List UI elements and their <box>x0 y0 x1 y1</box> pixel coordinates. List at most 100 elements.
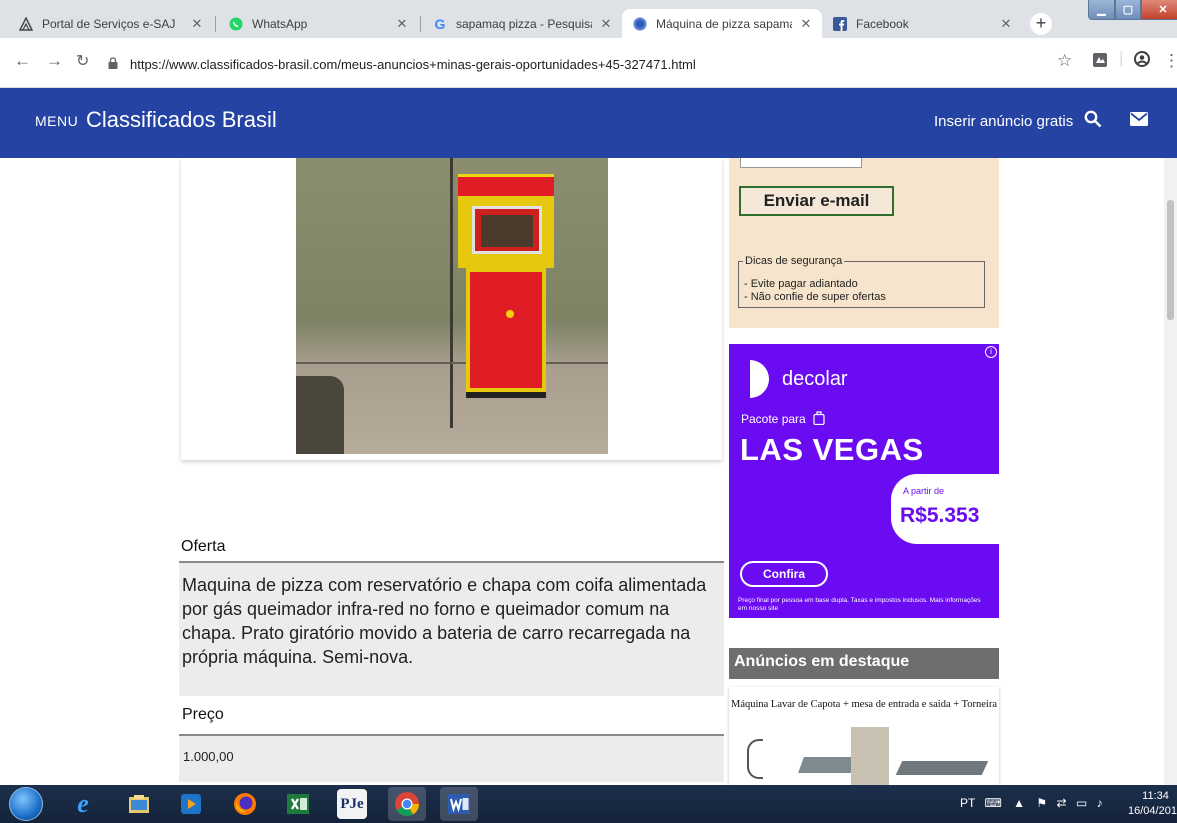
site-header: MENU Classificados Brasil Inserir anúnci… <box>0 88 1177 158</box>
tab-esaj[interactable]: Portal de Serviços e-SAJ ✕ <box>8 9 213 38</box>
oven-legs <box>466 392 546 398</box>
clock-time: 11:34 <box>1142 790 1169 802</box>
featured-heading: Anúncios em destaque <box>729 648 999 679</box>
safety-tip: - Não confie de super ofertas <box>744 291 886 303</box>
tab-google-search[interactable]: G sapamaq pizza - Pesquisa Goog ✕ <box>422 9 622 38</box>
photo-floorline <box>296 362 608 364</box>
back-arrow-icon[interactable]: ← <box>14 51 31 71</box>
exit-table-image <box>895 761 989 775</box>
taskbar-clock[interactable]: 11:34 16/04/2019 <box>1128 789 1177 819</box>
keyboard-icon[interactable]: ⌨ <box>984 796 1001 810</box>
decolar-ad[interactable]: i decolar Pacote para LAS VEGAS A partir… <box>729 344 999 618</box>
listing-photo[interactable] <box>296 158 608 454</box>
tab-divider <box>215 16 216 32</box>
safety-tip: - Evite pagar adiantado <box>744 278 858 290</box>
system-tray: PT ⌨ ▲ ⚑ ⇄ ▭ ♪ <box>960 796 1103 810</box>
scrollbar-thumb[interactable] <box>1167 200 1174 320</box>
lock-icon <box>108 57 122 71</box>
photo-couch <box>296 376 344 454</box>
google-icon: G <box>434 15 446 32</box>
ad-package-label: Pacote para <box>741 411 825 428</box>
media-player-icon[interactable] <box>176 789 206 819</box>
price-value-box: 1.000,00 <box>179 736 724 782</box>
excel-icon[interactable] <box>283 789 313 819</box>
safety-tips: Dicas de segurança - Evite pagar adianta… <box>738 255 985 308</box>
offer-description: Maquina de pizza com reservatório e chap… <box>179 563 724 696</box>
close-window-button[interactable]: ✕ <box>1141 0 1177 20</box>
page-content: Oferta Maquina de pizza com reservatório… <box>0 158 1177 785</box>
ad-price-pill: A partir de R$5.353 <box>891 474 999 544</box>
search-icon[interactable] <box>1084 110 1102 134</box>
close-tab-icon[interactable]: ✕ <box>394 16 410 32</box>
chrome-icon[interactable] <box>388 787 426 821</box>
reload-icon[interactable]: ↻ <box>76 51 89 71</box>
oven-window <box>472 206 542 254</box>
menu-button[interactable]: MENU <box>35 113 78 129</box>
whatsapp-icon <box>228 16 244 32</box>
language-indicator[interactable]: PT <box>960 796 975 810</box>
featured-item[interactable]: Máquina Lavar de Capota + mesa de entrad… <box>729 687 999 785</box>
file-explorer-icon[interactable] <box>124 789 154 819</box>
esaj-icon <box>18 16 34 32</box>
ad-cta-button[interactable]: Confira <box>740 561 828 587</box>
suitcase-icon <box>813 411 825 428</box>
faucet-image <box>747 739 763 779</box>
tab-whatsapp[interactable]: WhatsApp ✕ <box>218 9 418 38</box>
ad-fine-print: Preço final por pessoa em base dupla. Ta… <box>738 597 981 612</box>
send-email-button[interactable]: Enviar e-mail <box>739 186 894 216</box>
site-title[interactable]: Classificados Brasil <box>86 107 277 133</box>
facebook-icon <box>832 16 848 32</box>
ad-brand: decolar <box>782 368 848 390</box>
tab-divider <box>420 16 421 32</box>
insert-ad-link[interactable]: Inserir anúncio gratis <box>934 113 1073 130</box>
offer-description-text: Maquina de pizza com reservatório e chap… <box>182 575 707 667</box>
start-button[interactable] <box>9 787 43 821</box>
contact-input[interactable] <box>740 158 862 168</box>
ad-info-icon[interactable]: i <box>985 346 997 358</box>
word-icon[interactable] <box>440 787 478 821</box>
page-scrollbar[interactable] <box>1164 158 1177 785</box>
firefox-icon[interactable] <box>230 789 260 819</box>
featured-item-title: Máquina Lavar de Capota + mesa de entrad… <box>730 699 997 710</box>
globe-icon <box>632 16 648 32</box>
url-text: https://www.classificados-brasil.com/meu… <box>130 56 696 72</box>
windows-taskbar: e PJe PT ⌨ ▲ ⚑ ⇄ ▭ ♪ 11:34 16/04/2019 <box>0 785 1177 823</box>
toolbar-divider: | <box>1119 48 1124 67</box>
maximize-button[interactable]: ▢ <box>1115 0 1141 20</box>
pje-icon[interactable]: PJe <box>337 789 367 819</box>
extension-icon[interactable] <box>1092 52 1108 73</box>
ad-from-label: A partir de <box>903 486 945 496</box>
browser-tabstrip: Portal de Serviços e-SAJ ✕ WhatsApp ✕ G … <box>0 0 1177 38</box>
close-tab-icon[interactable]: ✕ <box>598 16 614 32</box>
price-heading: Preço <box>182 706 224 723</box>
sync-icon[interactable]: ⇄ <box>1056 796 1066 810</box>
ad-package-text: Pacote para <box>741 412 806 426</box>
photo-pole <box>450 158 453 428</box>
listing-photo-card <box>181 158 722 460</box>
clock-date: 16/04/2019 <box>1128 805 1177 817</box>
show-hidden-icons-icon[interactable]: ▲ <box>1013 796 1025 810</box>
close-tab-icon[interactable]: ✕ <box>189 16 205 32</box>
action-center-flag-icon[interactable]: ⚑ <box>1036 796 1047 810</box>
contact-form: Enviar e-mail Dicas de segurança - Evite… <box>729 158 999 328</box>
address-bar[interactable]: https://www.classificados-brasil.com/meu… <box>108 47 1093 81</box>
tab-facebook[interactable]: Facebook ✕ <box>822 9 1022 38</box>
profile-icon[interactable] <box>1134 51 1150 72</box>
internet-explorer-icon[interactable]: e <box>68 789 98 819</box>
decolar-logo-icon <box>741 360 769 398</box>
forward-arrow-icon[interactable]: → <box>46 51 63 71</box>
window-controls: ▁ ▢ ✕ <box>1088 0 1177 20</box>
mail-icon[interactable] <box>1129 110 1149 133</box>
close-tab-icon[interactable]: ✕ <box>998 16 1014 32</box>
close-tab-icon[interactable]: ✕ <box>798 16 814 32</box>
price-heading-box: Preço <box>179 696 724 734</box>
dishwasher-image <box>851 727 889 785</box>
tab-active-listing[interactable]: Máquina de pizza sapamaq - C ✕ <box>622 9 822 38</box>
network-icon[interactable]: ▭ <box>1076 796 1087 810</box>
volume-icon[interactable]: ♪ <box>1097 796 1103 810</box>
new-tab-button[interactable]: + <box>1030 13 1052 35</box>
more-menu-icon[interactable]: ⋮ <box>1163 51 1177 71</box>
bookmark-star-icon[interactable]: ☆ <box>1057 51 1072 71</box>
minimize-button[interactable]: ▁ <box>1088 0 1115 20</box>
oven-body <box>466 268 546 392</box>
